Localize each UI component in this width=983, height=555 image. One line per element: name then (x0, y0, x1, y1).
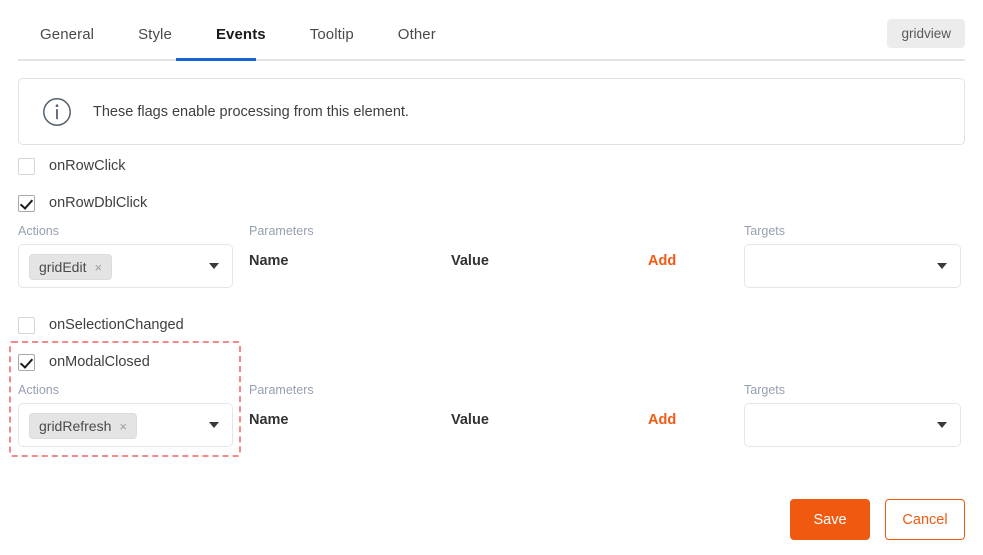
info-circle-icon (41, 96, 73, 128)
event-detail-onmodalclosed: Actions Parameters Targets gridRefresh ×… (0, 383, 983, 461)
info-banner-text: These flags enable processing from this … (93, 103, 409, 120)
actions-select-onrowdblclick[interactable]: gridEdit × (18, 244, 233, 288)
action-chip-remove-icon[interactable]: × (94, 261, 102, 274)
save-button[interactable]: Save (790, 499, 870, 540)
tab-style[interactable]: Style (116, 26, 194, 58)
checkbox-onrowclick[interactable] (18, 157, 35, 175)
checkbox-line-onrowclick[interactable]: onRowClick (0, 155, 983, 177)
chevron-down-icon[interactable] (209, 263, 219, 269)
status-badge-gridview[interactable]: gridview (887, 19, 965, 48)
targets-select-onmodalclosed[interactable] (744, 403, 961, 447)
event-row-onrowdblclick: onRowDblClick Actions Parameters Targets… (0, 192, 983, 302)
field-label-parameters-1: Parameters (249, 224, 314, 238)
field-label-parameters-2: Parameters (249, 383, 314, 397)
field-label-actions-1: Actions (18, 224, 59, 238)
tab-list: General Style Events Tooltip Other (18, 26, 458, 58)
field-label-targets-2: Targets (744, 383, 785, 397)
footer-actions: Save Cancel (790, 499, 965, 540)
checkbox-onselectionchanged[interactable] (18, 316, 35, 334)
event-row-onmodalclosed: onModalClosed Actions Parameters Targets… (0, 351, 983, 461)
event-row-onselectionchanged: onSelectionChanged (0, 314, 983, 336)
active-tab-indicator (176, 58, 256, 61)
action-chip-gridrefresh[interactable]: gridRefresh × (29, 413, 137, 439)
tab-events[interactable]: Events (194, 26, 288, 58)
action-chip-label: gridRefresh (39, 418, 112, 434)
checkbox-line-onmodalclosed[interactable]: onModalClosed (0, 351, 983, 373)
action-chip-remove-icon[interactable]: × (119, 420, 127, 433)
checkbox-label-onselectionchanged[interactable]: onSelectionChanged (49, 317, 184, 333)
checkbox-onrowdblclick[interactable] (18, 194, 35, 212)
event-row-onrowclick: onRowClick (0, 155, 983, 177)
checkbox-label-onmodalclosed[interactable]: onModalClosed (49, 354, 150, 370)
events-list: onRowClick onRowDblClick Actions Paramet… (0, 155, 983, 461)
checkbox-line-onrowdblclick[interactable]: onRowDblClick (0, 192, 983, 214)
chevron-down-icon[interactable] (937, 263, 947, 269)
checkbox-label-onrowdblclick[interactable]: onRowDblClick (49, 195, 147, 211)
tab-bar: General Style Events Tooltip Other gridv… (0, 0, 983, 62)
field-label-actions-2: Actions (18, 383, 59, 397)
action-chip-label: gridEdit (39, 259, 87, 275)
param-column-value-1: Value (451, 253, 489, 269)
chevron-down-icon[interactable] (937, 422, 947, 428)
checkbox-label-onrowclick[interactable]: onRowClick (49, 158, 126, 174)
tab-general[interactable]: General (18, 26, 116, 58)
checkbox-onmodalclosed[interactable] (18, 353, 35, 371)
checkbox-line-onselectionchanged[interactable]: onSelectionChanged (0, 314, 983, 336)
cancel-button[interactable]: Cancel (885, 499, 965, 540)
tab-tooltip[interactable]: Tooltip (288, 26, 376, 58)
chevron-down-icon[interactable] (209, 422, 219, 428)
param-column-value-2: Value (451, 412, 489, 428)
info-banner: These flags enable processing from this … (18, 78, 965, 145)
tab-other[interactable]: Other (376, 26, 458, 58)
field-label-targets-1: Targets (744, 224, 785, 238)
add-parameter-link-2[interactable]: Add (648, 412, 676, 428)
param-column-name-2: Name (249, 412, 289, 428)
event-detail-onrowdblclick: Actions Parameters Targets gridEdit × Na… (0, 224, 983, 302)
tab-divider (18, 59, 965, 61)
actions-select-onmodalclosed[interactable]: gridRefresh × (18, 403, 233, 447)
targets-select-onrowdblclick[interactable] (744, 244, 961, 288)
add-parameter-link-1[interactable]: Add (648, 253, 676, 269)
action-chip-gridedit[interactable]: gridEdit × (29, 254, 113, 280)
param-column-name-1: Name (249, 253, 289, 269)
